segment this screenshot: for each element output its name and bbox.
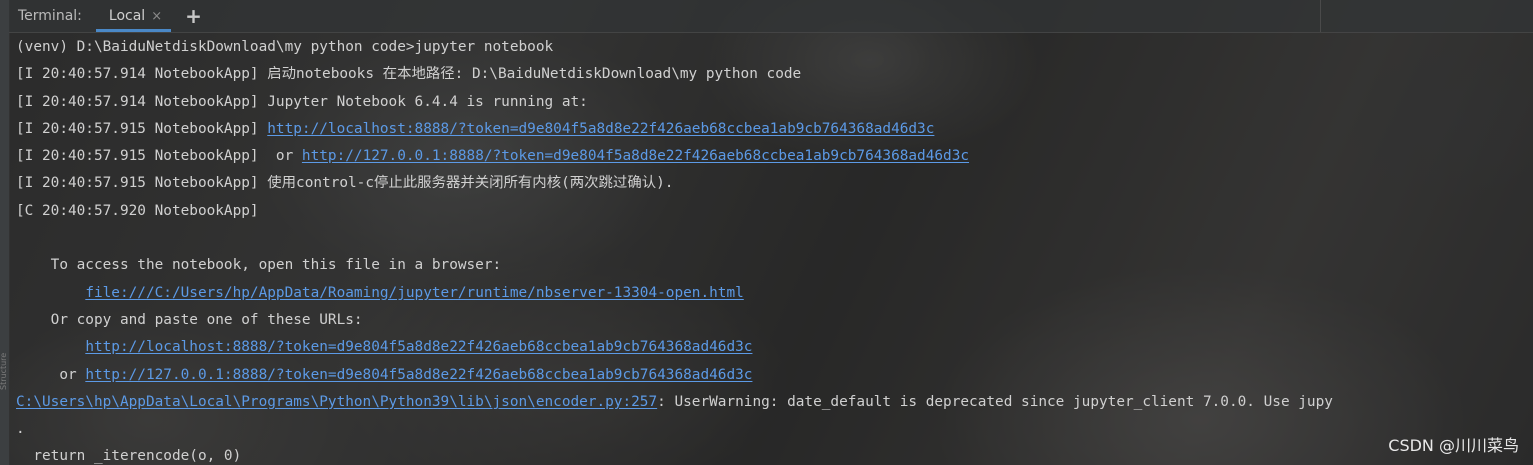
terminal-line: C:\Users\hp\AppData\Local\Programs\Pytho… [16, 389, 1533, 416]
terminal-text: (venv) D:\BaiduNetdiskDownload\my python… [16, 39, 554, 55]
terminal-text: [C 20:40:57.920 NotebookApp] [16, 202, 259, 219]
terminal-line: file:///C:/Users/hp/AppData/Roaming/jupy… [16, 280, 1533, 307]
terminal-line: or http://127.0.0.1:8888/?token=d9e804f5… [16, 362, 1533, 389]
terminal-link[interactable]: http://127.0.0.1:8888/?token=d9e804f5a8d… [85, 367, 752, 383]
terminal-line: [I 20:40:57.914 NotebookApp] 启动notebooks… [16, 61, 1533, 88]
terminal-text: Or copy and paste one of these URLs: [16, 311, 363, 328]
terminal-line: [I 20:40:57.915 NotebookApp] or http://1… [16, 143, 1533, 170]
terminal-text: To access the notebook, open this file i… [16, 257, 502, 274]
terminal-link[interactable]: http://localhost:8888/?token=d9e804f5a8d… [85, 339, 752, 355]
tab-local-label: Local [108, 8, 146, 24]
terminal-text: return _iterencode(o, 0) [16, 448, 242, 465]
terminal-text: [I 20:40:57.915 NotebookApp] [16, 120, 268, 137]
watermark: CSDN @川川菜鸟 [1388, 436, 1519, 455]
terminal-text: [I 20:40:57.914 NotebookApp] Jupyter Not… [16, 93, 588, 110]
terminal-title: Terminal: [18, 8, 82, 24]
terminal-line: [I 20:40:57.915 NotebookApp] http://loca… [16, 116, 1533, 143]
tab-bar-divider [1320, 0, 1321, 32]
terminal-text: or [16, 366, 86, 383]
side-tool-strip: Structure [0, 0, 10, 465]
terminal-line: [C 20:40:57.920 NotebookApp] [16, 198, 1533, 225]
add-tab-icon[interactable]: + [185, 6, 202, 26]
close-icon[interactable]: × [151, 9, 162, 24]
terminal-line: return _iterencode(o, 0) [16, 443, 1533, 465]
terminal-link[interactable]: file:///C:/Users/hp/AppData/Roaming/jupy… [85, 285, 743, 301]
terminal-line: [I 20:40:57.915 NotebookApp] 使用control-c… [16, 170, 1533, 197]
terminal-link[interactable]: http://127.0.0.1:8888/?token=d9e804f5a8d… [302, 148, 969, 164]
terminal-text: : UserWarning: date_default is deprecate… [657, 393, 1333, 410]
terminal-text: [I 20:40:57.915 NotebookApp] or [16, 148, 302, 165]
terminal-text: . [16, 421, 25, 438]
terminal-output[interactable]: (venv) D:\BaiduNetdiskDownload\my python… [16, 34, 1533, 465]
terminal-line: . [16, 416, 1533, 443]
terminal-line: To access the notebook, open this file i… [16, 252, 1533, 279]
terminal-tab-bar: Terminal: Local × + [9, 0, 1533, 33]
terminal-text: [I 20:40:57.915 NotebookApp] 使用control-c… [16, 175, 674, 192]
terminal-link[interactable]: http://localhost:8888/?token=d9e804f5a8d… [267, 121, 934, 137]
terminal-line: http://localhost:8888/?token=d9e804f5a8d… [16, 334, 1533, 361]
terminal-text: [I 20:40:57.914 NotebookApp] 启动notebooks… [16, 66, 802, 83]
terminal-line: (venv) D:\BaiduNetdiskDownload\my python… [16, 34, 1533, 61]
side-panel-label[interactable]: Structure [0, 300, 9, 390]
terminal-line: Or copy and paste one of these URLs: [16, 307, 1533, 334]
terminal-link[interactable]: C:\Users\hp\AppData\Local\Programs\Pytho… [16, 394, 657, 410]
terminal-line: [I 20:40:57.914 NotebookApp] Jupyter Not… [16, 89, 1533, 116]
tab-local[interactable]: Local × [95, 0, 172, 32]
